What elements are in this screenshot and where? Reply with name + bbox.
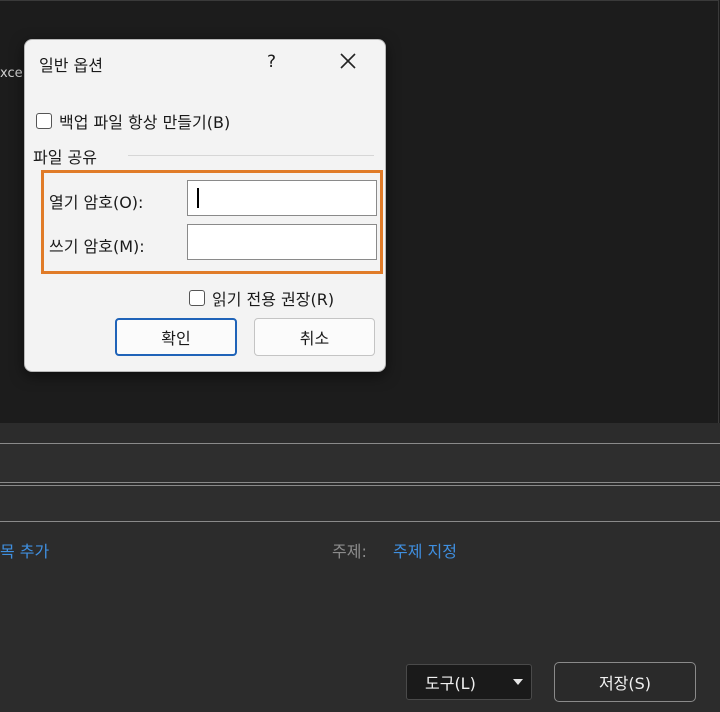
- close-button[interactable]: [337, 50, 359, 72]
- close-icon: [340, 53, 356, 69]
- backup-checkbox-label: 백업 파일 항상 만들기(B): [59, 113, 231, 132]
- divider: [0, 521, 720, 522]
- general-options-dialog: 일반 옵션 ? 백업 파일 항상 만들기(B) 파일 공유 열기 암호(O): …: [24, 39, 386, 372]
- file-type-row[interactable]: [0, 486, 720, 522]
- tools-button-label: 도구(L): [425, 674, 476, 693]
- help-button[interactable]: ?: [267, 52, 276, 72]
- readonly-checkbox[interactable]: [189, 290, 205, 306]
- save-button[interactable]: 저장(S): [554, 662, 696, 702]
- subject-label: 주제:: [332, 542, 367, 561]
- filename-row[interactable]: [0, 444, 720, 482]
- ok-button[interactable]: 확인: [115, 318, 237, 356]
- dialog-title: 일반 옵션: [39, 56, 103, 75]
- cancel-button[interactable]: 취소: [254, 318, 375, 356]
- subject-link[interactable]: 주제 지정: [393, 538, 457, 562]
- backup-checkbox[interactable]: [36, 113, 52, 129]
- divider: [0, 482, 720, 483]
- dropdown-arrow-icon: [513, 679, 523, 685]
- tools-button[interactable]: 도구(L): [406, 664, 532, 700]
- backup-checkbox-row[interactable]: 백업 파일 항상 만들기(B): [36, 109, 230, 133]
- open-password-label: 열기 암호(O):: [49, 193, 144, 212]
- readonly-checkbox-label: 읽기 전용 권장(R): [212, 290, 335, 309]
- text-caret: [197, 188, 199, 208]
- file-sharing-section-label: 파일 공유: [33, 148, 97, 167]
- add-tag-link[interactable]: 목 추가: [0, 538, 49, 562]
- modify-password-label: 쓰기 암호(M):: [49, 237, 145, 256]
- readonly-checkbox-row[interactable]: 읽기 전용 권장(R): [189, 286, 334, 310]
- open-password-input[interactable]: [187, 180, 377, 216]
- modify-password-input[interactable]: [187, 224, 377, 260]
- section-divider: [128, 155, 374, 156]
